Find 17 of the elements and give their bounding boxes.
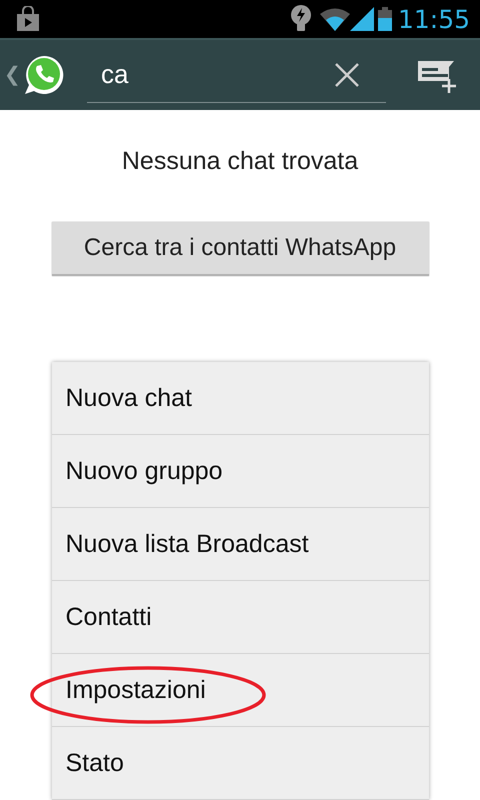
lightbulb-bolt-icon: [290, 5, 312, 33]
menu-item[interactable]: Nuova lista Broadcast: [52, 508, 428, 581]
menu-item[interactable]: Nuovo gruppo: [52, 435, 428, 508]
menu-item[interactable]: Impostazioni: [52, 654, 428, 727]
empty-message: Nessuna chat trovata: [122, 146, 358, 176]
clock-time: 11:55: [398, 4, 470, 34]
search-field[interactable]: ca: [101, 59, 334, 90]
menu-item[interactable]: Nuova chat: [52, 362, 428, 435]
signal-icon: [350, 7, 374, 31]
whatsapp-logo-icon[interactable]: [23, 54, 65, 96]
battery-icon: [378, 7, 392, 31]
wifi-icon: [320, 7, 350, 31]
close-icon[interactable]: [334, 62, 360, 88]
menu-item[interactable]: Contatti: [52, 581, 428, 654]
menu-item[interactable]: Stato: [52, 727, 428, 800]
search-contacts-button[interactable]: Cerca tra i contatti WhatsApp: [52, 222, 428, 276]
store-bag-icon: [16, 6, 40, 32]
